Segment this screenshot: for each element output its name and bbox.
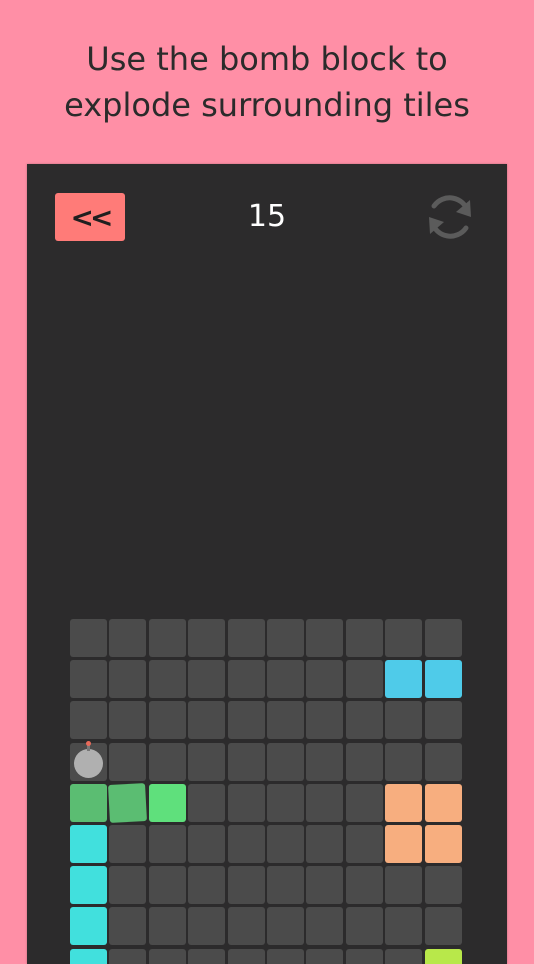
orange-tile[interactable] [385, 825, 423, 863]
empty-tile[interactable] [267, 866, 304, 905]
empty-tile[interactable] [267, 742, 304, 781]
empty-tile[interactable] [188, 660, 226, 699]
refresh-icon[interactable] [423, 190, 477, 244]
orange-tile[interactable] [385, 783, 423, 822]
empty-tile[interactable] [345, 660, 383, 699]
empty-tile[interactable] [70, 660, 107, 699]
empty-tile[interactable] [188, 619, 226, 657]
empty-tile[interactable] [109, 907, 147, 946]
empty-tile[interactable] [227, 948, 265, 964]
game-screen: << 15 [27, 164, 507, 964]
cyan-tile[interactable] [70, 825, 107, 863]
empty-tile[interactable] [345, 701, 383, 740]
empty-tile[interactable] [109, 619, 147, 657]
empty-tile[interactable] [148, 701, 186, 740]
empty-tile[interactable] [345, 907, 383, 946]
game-board [70, 619, 464, 964]
empty-tile[interactable] [306, 825, 344, 863]
orange-tile[interactable] [424, 825, 462, 863]
empty-tile[interactable] [188, 866, 226, 905]
cyan-tile[interactable] [70, 866, 107, 905]
empty-tile[interactable] [70, 619, 107, 657]
blue-tile[interactable] [385, 660, 423, 699]
blue-tile[interactable] [424, 660, 462, 699]
orange-tile[interactable] [424, 783, 462, 822]
moves-counter: 15 [247, 199, 287, 234]
empty-tile[interactable] [227, 742, 265, 781]
empty-tile[interactable] [227, 907, 265, 946]
empty-tile[interactable] [424, 701, 462, 740]
empty-tile[interactable] [188, 701, 226, 740]
empty-tile[interactable] [385, 742, 423, 781]
empty-tile[interactable] [188, 907, 226, 946]
empty-tile[interactable] [70, 701, 107, 740]
empty-tile[interactable] [424, 742, 462, 781]
empty-tile[interactable] [345, 825, 383, 863]
green-tile[interactable] [108, 782, 148, 823]
empty-tile[interactable] [306, 866, 344, 905]
empty-tile[interactable] [306, 907, 344, 946]
caption-line-1: Use the bomb block to [86, 40, 448, 78]
empty-tile[interactable] [306, 948, 344, 964]
empty-tile[interactable] [306, 783, 344, 822]
empty-tile[interactable] [385, 701, 423, 740]
empty-tile[interactable] [267, 907, 304, 946]
light-green-tile[interactable] [148, 783, 186, 822]
empty-tile[interactable] [424, 866, 462, 905]
cyan-tile[interactable] [70, 907, 107, 946]
empty-tile[interactable] [385, 948, 423, 964]
empty-tile[interactable] [227, 619, 265, 657]
empty-tile[interactable] [267, 783, 304, 822]
caption: Use the bomb block to explode surroundin… [0, 36, 534, 128]
empty-tile[interactable] [109, 701, 147, 740]
empty-tile[interactable] [267, 948, 304, 964]
empty-tile[interactable] [306, 619, 344, 657]
empty-tile[interactable] [148, 907, 186, 946]
cyan-tile[interactable] [70, 948, 107, 964]
empty-tile[interactable] [188, 948, 226, 964]
empty-tile[interactable] [227, 866, 265, 905]
empty-tile[interactable] [148, 742, 186, 781]
empty-tile[interactable] [385, 619, 423, 657]
empty-tile[interactable] [306, 701, 344, 740]
empty-tile[interactable] [306, 742, 344, 781]
empty-tile[interactable] [109, 948, 147, 964]
empty-tile[interactable] [109, 742, 147, 781]
empty-tile[interactable] [109, 660, 147, 699]
empty-tile[interactable] [385, 866, 423, 905]
empty-tile[interactable] [345, 948, 383, 964]
bomb-spark [86, 740, 91, 746]
empty-tile[interactable] [148, 948, 186, 964]
empty-tile[interactable] [267, 825, 304, 863]
empty-tile[interactable] [109, 866, 147, 905]
empty-tile[interactable] [188, 783, 226, 822]
empty-tile[interactable] [267, 660, 304, 699]
empty-tile[interactable] [385, 907, 423, 946]
empty-tile[interactable] [345, 619, 383, 657]
empty-tile[interactable] [345, 742, 383, 781]
empty-tile[interactable] [148, 660, 186, 699]
empty-tile[interactable] [148, 866, 186, 905]
empty-tile[interactable] [306, 660, 344, 699]
empty-tile[interactable] [188, 742, 226, 781]
back-button[interactable]: << [55, 193, 125, 241]
empty-tile[interactable] [267, 701, 304, 740]
bomb-icon[interactable] [74, 748, 103, 778]
empty-tile[interactable] [267, 619, 304, 657]
empty-tile[interactable] [345, 866, 383, 905]
empty-tile[interactable] [424, 619, 462, 657]
empty-tile[interactable] [227, 701, 265, 740]
empty-tile[interactable] [227, 825, 265, 863]
empty-tile[interactable] [188, 825, 226, 863]
empty-tile[interactable] [148, 825, 186, 863]
empty-tile[interactable] [227, 783, 265, 822]
caption-line-2: explode surrounding tiles [64, 86, 470, 124]
empty-tile[interactable] [109, 825, 147, 863]
lime-tile[interactable] [424, 948, 462, 964]
empty-tile[interactable] [424, 907, 462, 946]
empty-tile[interactable] [227, 660, 265, 699]
empty-tile[interactable] [148, 619, 186, 657]
green-tile[interactable] [70, 783, 107, 822]
empty-tile[interactable] [345, 783, 383, 822]
